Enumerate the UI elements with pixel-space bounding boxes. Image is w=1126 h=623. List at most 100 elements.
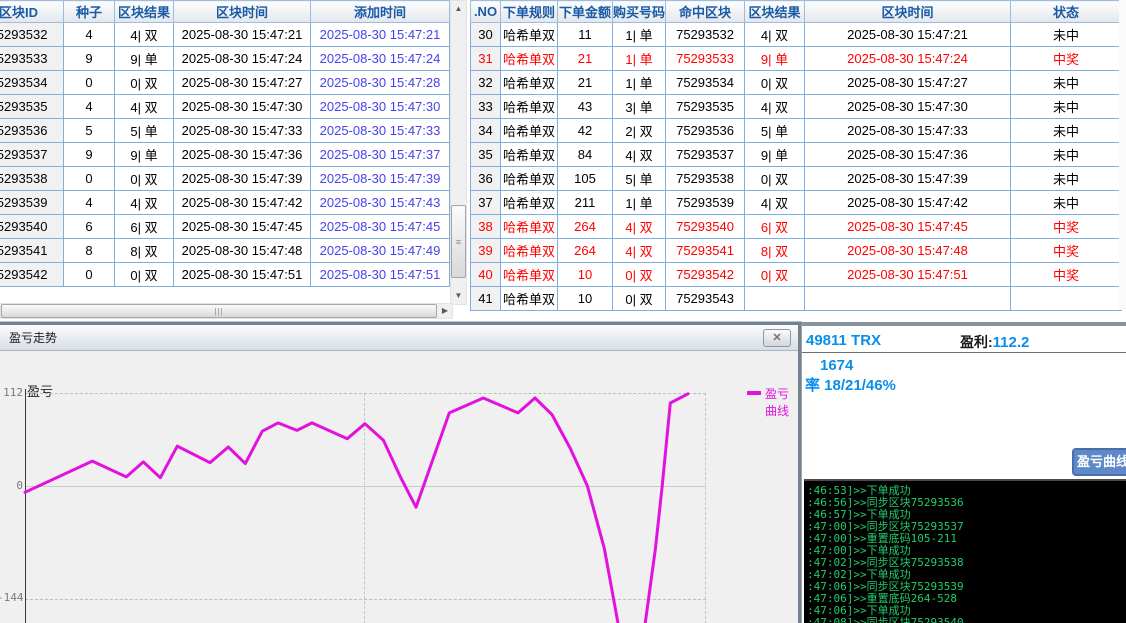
table-row[interactable]: 37哈希单双2111| 单752935394| 双2025-08-30 15:4… <box>471 191 1122 215</box>
table-row[interactable]: 34哈希单双422| 双752935365| 单2025-08-30 15:47… <box>471 119 1122 143</box>
table-cell: 4| 双 <box>115 23 174 47</box>
column-header[interactable]: 下单规则 <box>501 1 558 23</box>
table-cell: 哈希单双 <box>501 287 558 311</box>
table-row[interactable]: 7529353400| 双2025-08-30 15:47:272025-08-… <box>0 71 450 95</box>
table-cell: 30 <box>471 23 501 47</box>
column-header[interactable]: 下单金额 <box>558 1 613 23</box>
table-cell: 0| 双 <box>745 71 805 95</box>
table-cell: 2025-08-30 15:47:27 <box>805 71 1011 95</box>
table-row[interactable]: 7529353944| 双2025-08-30 15:47:422025-08-… <box>0 191 450 215</box>
gridline <box>25 599 706 600</box>
table-row[interactable]: 7529353655| 单2025-08-30 15:47:332025-08-… <box>0 119 450 143</box>
table-cell <box>805 287 1011 311</box>
table-row[interactable]: 41哈希单双100| 双75293543 <box>471 287 1122 311</box>
table-row[interactable]: 7529354200| 双2025-08-30 15:47:512025-08-… <box>0 263 450 287</box>
log-console[interactable]: :46:53]>>下单成功:46:56]>>同步区块75293536:46:57… <box>804 479 1126 623</box>
table-row[interactable]: 39哈希单双2644| 双752935418| 双2025-08-30 15:4… <box>471 239 1122 263</box>
table-cell: 9 <box>64 47 115 71</box>
table-cell: 0 <box>64 71 115 95</box>
y-tick-label: -144 <box>0 591 23 604</box>
scroll-up-button[interactable]: ▲ <box>450 1 467 17</box>
profit-curve-plot <box>0 325 798 623</box>
table-cell: 2025-08-30 15:47:37 <box>311 143 450 167</box>
column-header[interactable]: 添加时间 <box>311 1 450 23</box>
table-row[interactable]: 7529353799| 单2025-08-30 15:47:362025-08-… <box>0 143 450 167</box>
table-cell: 中奖 <box>1011 215 1122 239</box>
table-cell: 2025-08-30 15:47:30 <box>311 95 450 119</box>
profit-curve-button[interactable]: 盈亏曲线 <box>1072 448 1126 476</box>
table-cell: 0| 双 <box>613 263 666 287</box>
table-cell: 40 <box>471 263 501 287</box>
table-cell: 2025-08-30 15:47:49 <box>311 239 450 263</box>
block-table-header-row: 区块ID种子区块结果区块时间添加时间 <box>0 1 450 23</box>
table-row[interactable]: 7529354066| 双2025-08-30 15:47:452025-08-… <box>0 215 450 239</box>
column-header[interactable]: 区块ID <box>0 1 64 23</box>
table-cell: 2025-08-30 15:47:39 <box>805 167 1011 191</box>
column-header[interactable]: 命中区块 <box>666 1 745 23</box>
table-cell: 34 <box>471 119 501 143</box>
table-cell: 2025-08-30 15:47:30 <box>805 95 1011 119</box>
profit-chart-window: 盈亏走势 ✕ 盈亏 112 0 -144 盈亏曲线 <box>0 322 801 623</box>
table-cell: 37 <box>471 191 501 215</box>
table-cell: 2025-08-30 15:47:24 <box>311 47 450 71</box>
close-button[interactable]: ✕ <box>763 329 791 347</box>
table-row[interactable]: 33哈希单双433| 单752935354| 双2025-08-30 15:47… <box>471 95 1122 119</box>
scroll-thumb[interactable]: ||| <box>1 304 437 318</box>
window-title-bar[interactable]: 盈亏走势 <box>0 325 798 351</box>
table-cell: 4| 双 <box>745 95 805 119</box>
table-cell: 1| 单 <box>613 23 666 47</box>
scroll-thumb[interactable]: ≡ <box>451 205 466 278</box>
table-row[interactable]: 7529353800| 双2025-08-30 15:47:392025-08-… <box>0 167 450 191</box>
table-cell: 21 <box>558 71 613 95</box>
table-cell: 9| 单 <box>745 47 805 71</box>
table-row[interactable]: 7529354188| 双2025-08-30 15:47:482025-08-… <box>0 239 450 263</box>
table-cell: 75293532 <box>0 23 64 47</box>
table-row[interactable]: 31哈希单双211| 单752935339| 单2025-08-30 15:47… <box>471 47 1122 71</box>
column-header[interactable]: 区块结果 <box>115 1 174 23</box>
table-cell: 2025-08-30 15:47:39 <box>311 167 450 191</box>
table-row[interactable]: 7529353244| 双2025-08-30 15:47:212025-08-… <box>0 23 450 47</box>
table-cell: 75293537 <box>666 143 745 167</box>
column-header[interactable]: .NO <box>471 1 501 23</box>
table-cell: 2025-08-30 15:47:48 <box>805 239 1011 263</box>
column-header[interactable]: 区块结果 <box>745 1 805 23</box>
table-cell: 未中 <box>1011 119 1122 143</box>
window-title: 盈亏走势 <box>9 331 57 345</box>
table-row[interactable]: 7529353544| 双2025-08-30 15:47:302025-08-… <box>0 95 450 119</box>
profit-value: 112.2 <box>993 334 1030 351</box>
table-cell: 75293535 <box>666 95 745 119</box>
table-cell: 2025-08-30 15:47:51 <box>805 263 1011 287</box>
table-cell: 哈希单双 <box>501 95 558 119</box>
column-header[interactable]: 区块时间 <box>174 1 311 23</box>
column-header[interactable]: 种子 <box>64 1 115 23</box>
table-cell: 32 <box>471 71 501 95</box>
table-row[interactable]: 35哈希单双844| 双752935379| 单2025-08-30 15:47… <box>471 143 1122 167</box>
log-line: :47:08]>>同步区块75293540 <box>807 617 1126 623</box>
gridline <box>364 393 365 623</box>
table-cell: 2025-08-30 15:47:21 <box>311 23 450 47</box>
table-row[interactable]: 38哈希单双2644| 双752935406| 双2025-08-30 15:4… <box>471 215 1122 239</box>
scroll-down-button[interactable]: ▼ <box>450 288 467 304</box>
bet-table: .NO下单规则下单金额购买号码命中区块区块结果区块时间状态 30哈希单双111|… <box>470 0 1122 311</box>
y-tick-label: 112 <box>0 386 23 399</box>
table-cell: 2025-08-30 15:47:36 <box>174 143 311 167</box>
scroll-right-button[interactable]: ▶ <box>438 304 452 318</box>
table-cell <box>1011 287 1122 311</box>
scroll-right-icon: ▶ <box>442 307 448 315</box>
table-row[interactable]: 36哈希单双1055| 单752935380| 双2025-08-30 15:4… <box>471 167 1122 191</box>
column-header[interactable]: 状态 <box>1011 1 1122 23</box>
table-row[interactable]: 7529353399| 单2025-08-30 15:47:242025-08-… <box>0 47 450 71</box>
table-cell: 4| 双 <box>745 23 805 47</box>
column-header[interactable]: 购买号码 <box>613 1 666 23</box>
table-cell: 2025-08-30 15:47:51 <box>174 263 311 287</box>
gridline <box>705 393 706 623</box>
table-row[interactable]: 32哈希单双211| 单752935340| 双2025-08-30 15:47… <box>471 71 1122 95</box>
table-cell: 0| 双 <box>613 287 666 311</box>
table-row[interactable]: 30哈希单双111| 单752935324| 双2025-08-30 15:47… <box>471 23 1122 47</box>
table-cell: 75293536 <box>666 119 745 143</box>
column-header[interactable]: 区块时间 <box>805 1 1011 23</box>
table-cell: 75293533 <box>0 47 64 71</box>
table-cell: 未中 <box>1011 95 1122 119</box>
table-cell: 264 <box>558 239 613 263</box>
table-row[interactable]: 40哈希单双100| 双752935420| 双2025-08-30 15:47… <box>471 263 1122 287</box>
